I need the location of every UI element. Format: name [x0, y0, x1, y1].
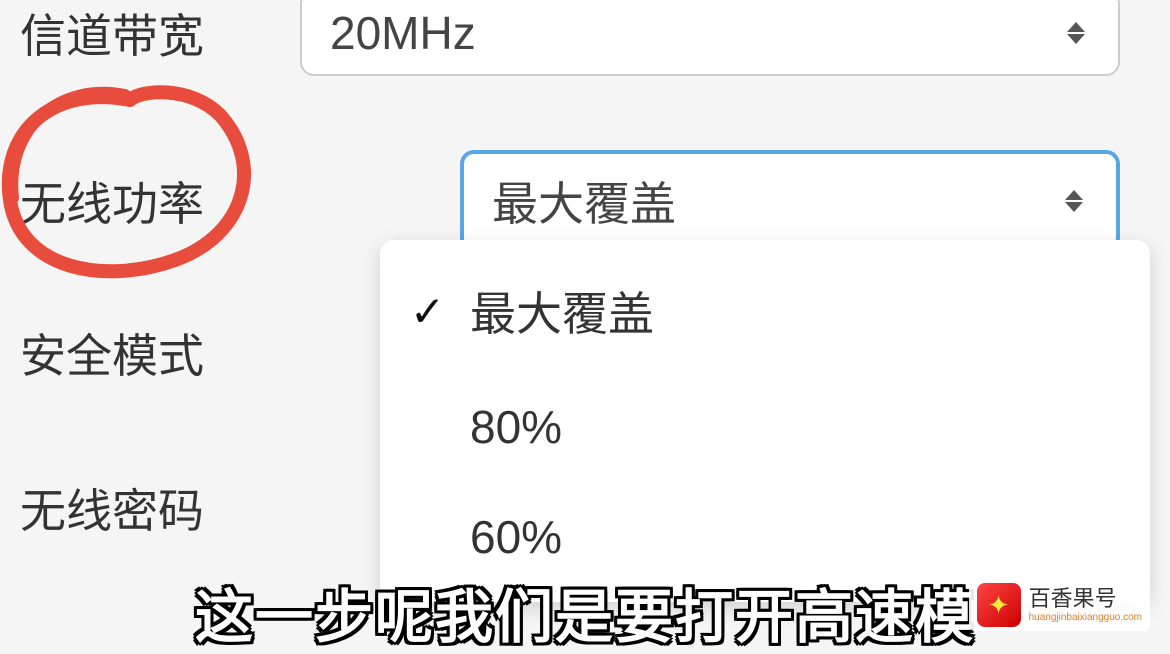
channel-bandwidth-label: 信道带宽: [20, 0, 300, 66]
dropdown-option-label: 80%: [470, 400, 562, 454]
wireless-password-row: 无线密码: [0, 475, 320, 541]
video-subtitle: 这一步呢我们是要打开高速模: [195, 570, 975, 654]
watermark-title: 百香果号: [1029, 587, 1142, 611]
security-mode-label: 安全模式: [20, 320, 300, 386]
dropdown-option-label: 最大覆盖: [470, 278, 654, 344]
channel-bandwidth-row: 信道带宽 20MHz: [0, 0, 1140, 76]
chevron-updown-icon: [1062, 15, 1090, 51]
channel-bandwidth-select[interactable]: 20MHz: [300, 0, 1120, 76]
channel-bandwidth-value: 20MHz: [330, 6, 476, 60]
wireless-power-row: 无线功率 最大覆盖: [0, 150, 1140, 252]
wireless-power-label: 无线功率: [20, 168, 300, 234]
wireless-power-value: 最大覆盖: [492, 168, 676, 234]
dropdown-option-80[interactable]: 80%: [380, 372, 1150, 482]
watermark-url: huangjinbaixiangguo.com: [1029, 612, 1142, 623]
check-icon: ✓: [410, 287, 445, 336]
chevron-updown-icon: [1060, 183, 1088, 219]
wireless-power-select[interactable]: 最大覆盖: [460, 150, 1120, 252]
wireless-password-label: 无线密码: [20, 475, 300, 541]
dropdown-option-label: 60%: [470, 510, 562, 564]
security-mode-row: 安全模式: [0, 320, 320, 386]
watermark: ✦ 百香果号 huangjinbaixiangguo.com: [969, 579, 1150, 631]
dropdown-option-max-coverage[interactable]: ✓ 最大覆盖: [380, 250, 1150, 372]
watermark-text: 百香果号 huangjinbaixiangguo.com: [1029, 587, 1142, 622]
wireless-power-dropdown: ✓ 最大覆盖 80% 60%: [380, 240, 1150, 602]
watermark-logo-icon: ✦: [977, 583, 1021, 627]
